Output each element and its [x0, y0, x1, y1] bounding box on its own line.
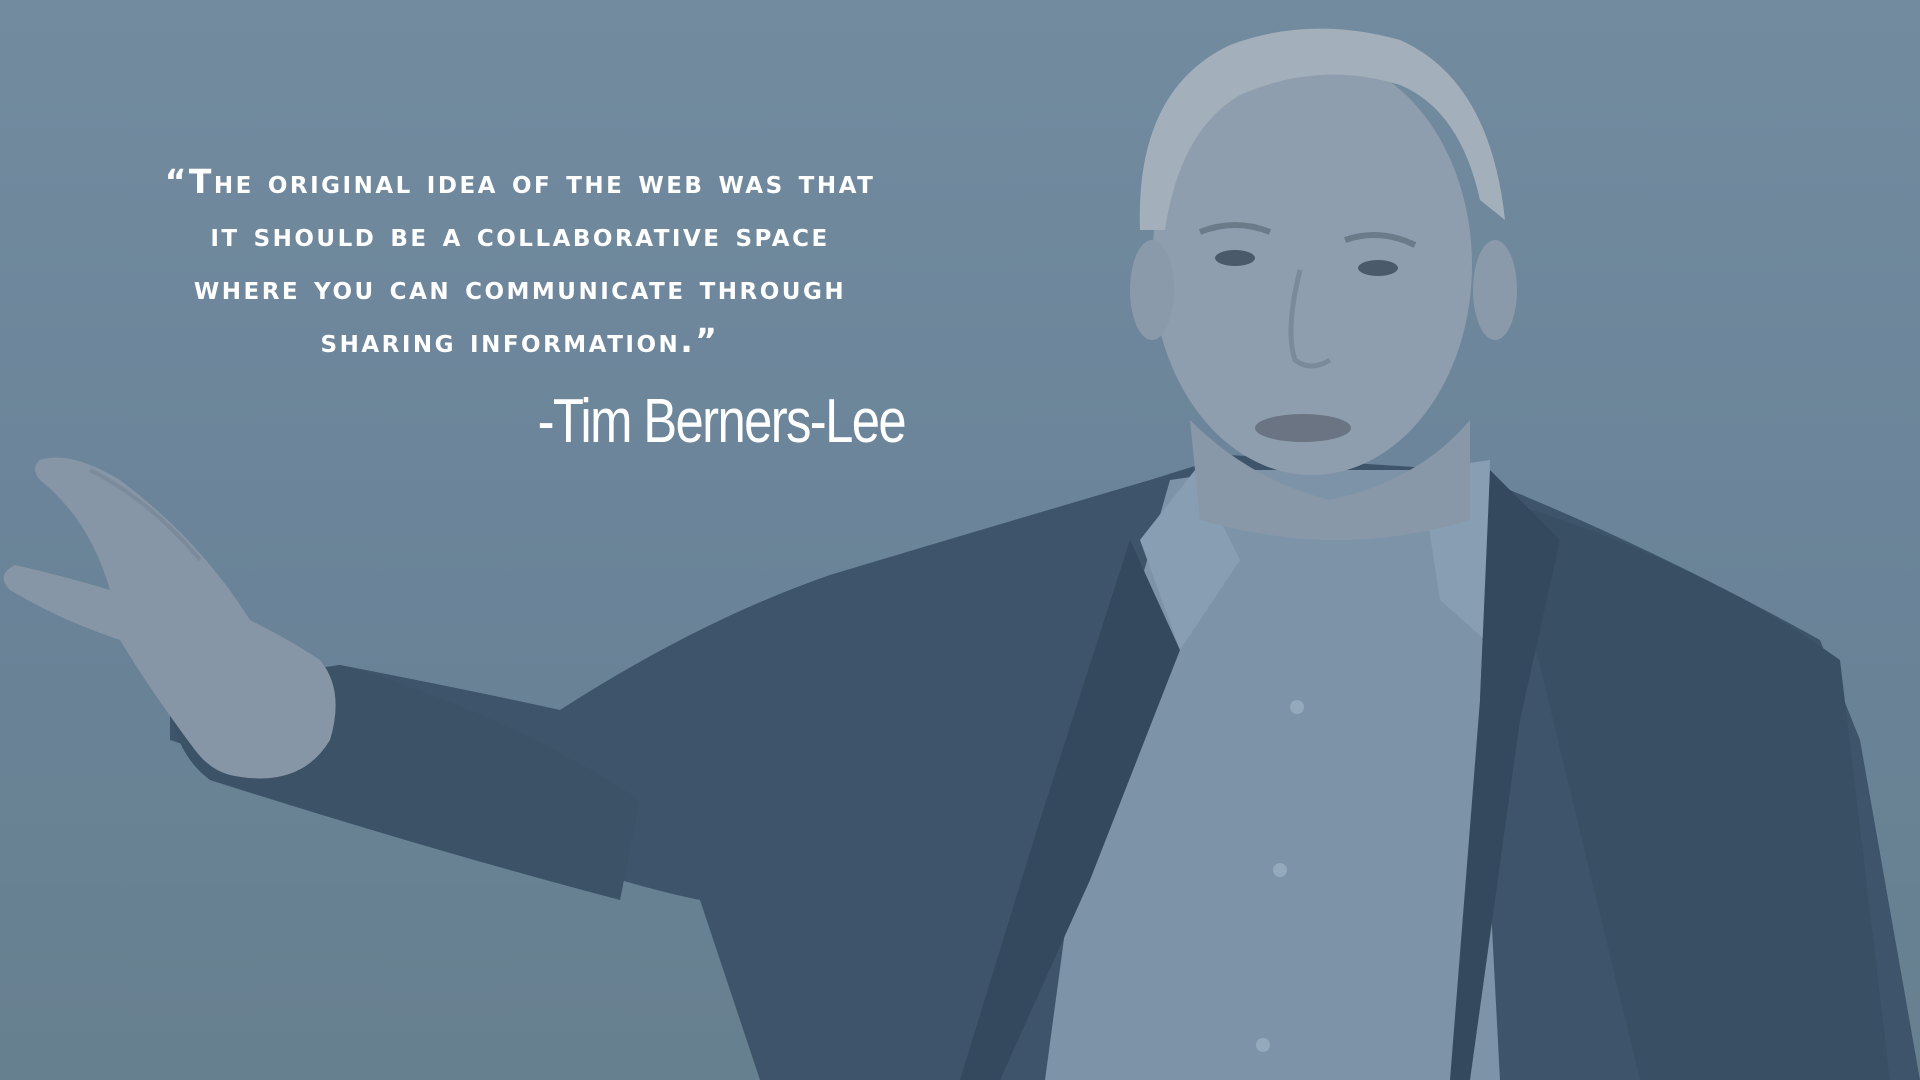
- raised-hand: [3, 457, 336, 779]
- quote-line: “The original idea of the web was that: [164, 162, 876, 201]
- quote-attribution: -Tim Berners-Lee: [537, 387, 907, 456]
- quote-line: where you can communicate through: [193, 268, 847, 307]
- quote-slide: “The original idea of the web was that i…: [0, 0, 1920, 1080]
- quote-line: sharing information.”: [320, 321, 720, 360]
- quote-text: “The original idea of the web was that i…: [120, 155, 920, 367]
- quote-line: it should be a collaborative space: [210, 215, 830, 254]
